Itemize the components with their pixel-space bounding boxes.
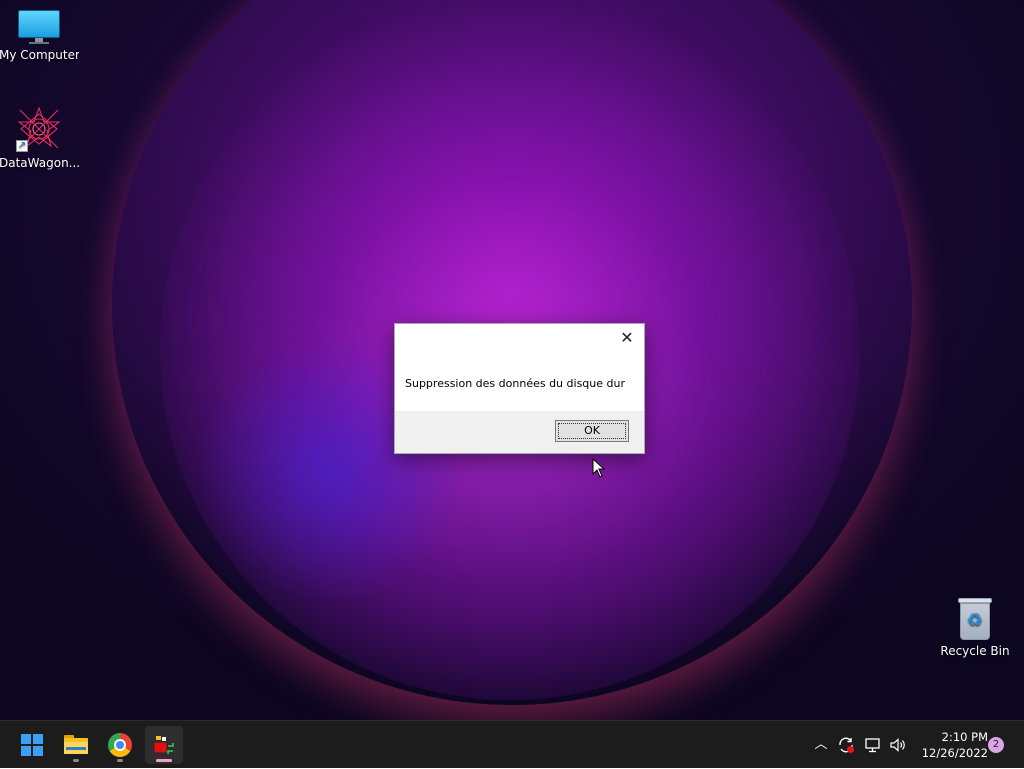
taskbar: ︿ 2:10 PM 12/26/2022 2 [0,720,1024,768]
recycle-bin-icon: ♻ [958,598,992,640]
clock-date: 12/26/2022 [921,746,988,760]
mouse-pointer-icon [592,458,606,478]
taskbar-chrome[interactable] [101,726,139,764]
chevron-up-icon[interactable]: ︿ [810,721,832,769]
active-indicator [156,759,172,762]
ok-button[interactable]: OK [555,420,629,442]
start-button[interactable] [13,726,51,764]
dialog-message: Suppression des données du disque dur [405,377,625,390]
taskbar-active-app[interactable] [145,726,183,764]
close-icon[interactable]: ✕ [616,328,638,348]
desktop-icon-my-computer[interactable]: My Computer [0,10,79,62]
dialog-footer: OK [395,411,644,453]
monitor-icon [18,10,60,44]
desktop-icon-label: My Computer [0,48,79,62]
windows-logo-icon [21,734,43,756]
file-explorer-icon [64,735,88,754]
datawagon-icon: ↗ [16,106,62,152]
running-indicator [73,759,79,762]
desktop-icon-label: DataWagon... [0,156,79,170]
notification-badge[interactable]: 2 [988,737,1004,753]
chrome-icon [108,733,132,757]
network-icon[interactable] [861,721,885,769]
message-dialog: ✕ Suppression des données du disque dur … [394,323,645,454]
shortcut-arrow-icon: ↗ [16,140,28,152]
clock[interactable]: 2:10 PM 12/26/2022 [912,729,988,761]
desktop: My Computer ↗ DataWagon... ♻ Recycle Bin… [0,0,1024,720]
desktop-icon-label: Recycle Bin [940,644,1010,658]
clock-time: 2:10 PM [941,730,988,744]
taskbar-file-explorer[interactable] [57,726,95,764]
desktop-icon-datawagon[interactable]: ↗ DataWagon... [0,106,79,170]
sync-status-icon[interactable] [834,721,858,769]
app-icon [153,736,174,754]
running-indicator [117,759,123,762]
desktop-icon-recycle-bin[interactable]: ♻ Recycle Bin [935,598,1015,658]
volume-icon[interactable] [886,721,910,769]
